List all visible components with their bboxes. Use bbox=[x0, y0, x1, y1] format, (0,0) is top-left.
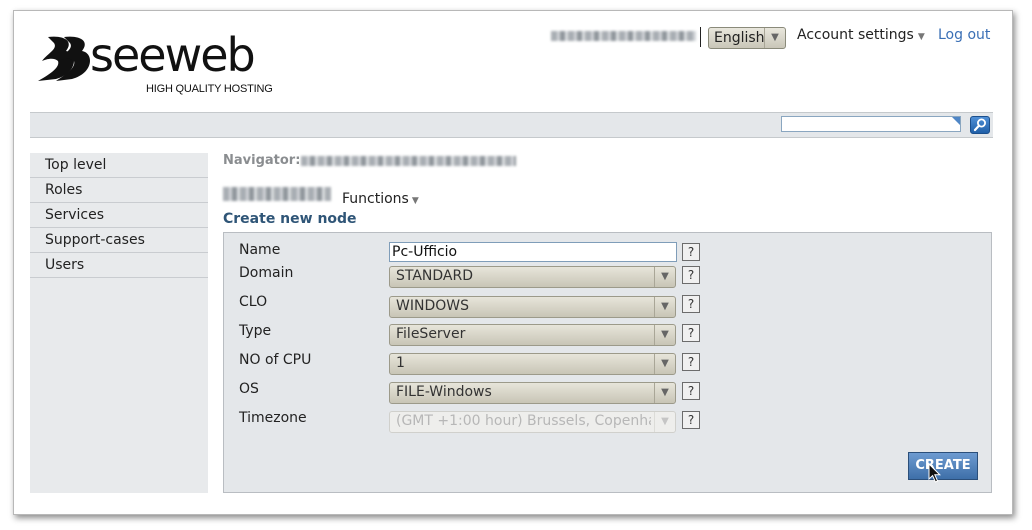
sidebar-item-services[interactable]: Services bbox=[30, 203, 208, 228]
caret-down-icon: ▼ bbox=[917, 32, 925, 42]
sidebar: Top level Roles Services Support-cases U… bbox=[30, 153, 208, 493]
language-select[interactable]: English ▼ bbox=[708, 27, 786, 49]
domain-value: STANDARD bbox=[396, 268, 474, 284]
os-select[interactable]: FILE-Windows ▼ bbox=[389, 382, 676, 404]
chevron-down-icon: ▼ bbox=[654, 325, 675, 345]
brand-name: seeweb bbox=[90, 28, 256, 82]
brand-tagline: HIGH QUALITY HOSTING bbox=[146, 83, 273, 95]
os-label: OS bbox=[239, 381, 259, 397]
name-input[interactable]: Pc-Ufficio bbox=[389, 242, 677, 262]
os-help-button[interactable]: ? bbox=[682, 382, 700, 400]
chevron-down-icon: ▼ bbox=[654, 267, 675, 287]
account-settings-label: Account settings bbox=[797, 27, 914, 43]
clo-help-button[interactable]: ? bbox=[682, 295, 700, 313]
domain-label: Domain bbox=[239, 265, 294, 281]
chevron-down-icon: ▼ bbox=[654, 383, 675, 403]
clo-value: WINDOWS bbox=[396, 298, 469, 314]
type-help-button[interactable]: ? bbox=[682, 324, 700, 342]
domain-select[interactable]: STANDARD ▼ bbox=[389, 266, 676, 288]
chevron-down-icon: ▼ bbox=[764, 28, 785, 48]
functions-label: Functions bbox=[342, 191, 409, 207]
timezone-help-button[interactable]: ? bbox=[682, 411, 700, 429]
clo-select[interactable]: WINDOWS ▼ bbox=[389, 296, 676, 318]
name-label: Name bbox=[239, 242, 281, 258]
logout-link[interactable]: Log out bbox=[938, 27, 990, 43]
chevron-down-icon: ▼ bbox=[654, 297, 675, 317]
chevron-down-icon: ▼ bbox=[654, 412, 675, 432]
search-input-corner-icon bbox=[952, 117, 960, 125]
type-select[interactable]: FileServer ▼ bbox=[389, 324, 676, 346]
language-value: English bbox=[714, 30, 765, 46]
seeweb-logo-mark-icon bbox=[38, 36, 91, 81]
magnifier-icon bbox=[973, 118, 986, 132]
type-label: Type bbox=[239, 323, 272, 339]
name-help-button[interactable]: ? bbox=[682, 243, 700, 261]
cpu-select[interactable]: 1 ▼ bbox=[389, 353, 676, 375]
search-bar bbox=[30, 112, 993, 138]
form-title: Create new node bbox=[223, 211, 357, 227]
create-button[interactable]: CREATE bbox=[908, 452, 978, 480]
header-separator bbox=[700, 27, 701, 47]
caret-down-icon: ▼ bbox=[411, 196, 419, 206]
cpu-value: 1 bbox=[396, 355, 405, 371]
user-email-redacted bbox=[551, 31, 696, 41]
create-node-form: Name Pc-Ufficio ? Domain STANDARD ▼ ? CL… bbox=[223, 232, 992, 493]
chevron-down-icon: ▼ bbox=[654, 354, 675, 374]
sidebar-item-roles[interactable]: Roles bbox=[30, 178, 208, 203]
seeweb-logo[interactable]: seeweb HIGH QUALITY HOSTING bbox=[34, 28, 284, 101]
navigator-label: Navigator: bbox=[223, 153, 301, 168]
app-window: seeweb HIGH QUALITY HOSTING English ▼ Ac… bbox=[13, 10, 1013, 515]
navigator-path-redacted[interactable] bbox=[301, 156, 516, 166]
timezone-value: (GMT +1:00 hour) Brussels, Copenhagen bbox=[396, 413, 651, 429]
domain-help-button[interactable]: ? bbox=[682, 266, 700, 284]
os-value: FILE-Windows bbox=[396, 384, 492, 400]
timezone-label: Timezone bbox=[239, 410, 307, 426]
search-input[interactable] bbox=[781, 116, 961, 132]
mouse-cursor-icon bbox=[928, 463, 942, 483]
clo-label: CLO bbox=[239, 294, 268, 310]
account-settings-menu[interactable]: Account settings ▼ bbox=[797, 27, 925, 43]
timezone-select[interactable]: (GMT +1:00 hour) Brussels, Copenhagen ▼ bbox=[389, 411, 676, 433]
search-button[interactable] bbox=[970, 116, 990, 134]
functions-menu[interactable]: Functions ▼ bbox=[342, 191, 419, 207]
type-value: FileServer bbox=[396, 326, 466, 342]
sidebar-item-support-cases[interactable]: Support-cases bbox=[30, 228, 208, 253]
cpu-label: NO of CPU bbox=[239, 352, 312, 368]
cpu-help-button[interactable]: ? bbox=[682, 353, 700, 371]
node-name-redacted bbox=[223, 187, 331, 201]
sidebar-item-users[interactable]: Users bbox=[30, 253, 208, 278]
sidebar-item-top-level[interactable]: Top level bbox=[30, 153, 208, 178]
